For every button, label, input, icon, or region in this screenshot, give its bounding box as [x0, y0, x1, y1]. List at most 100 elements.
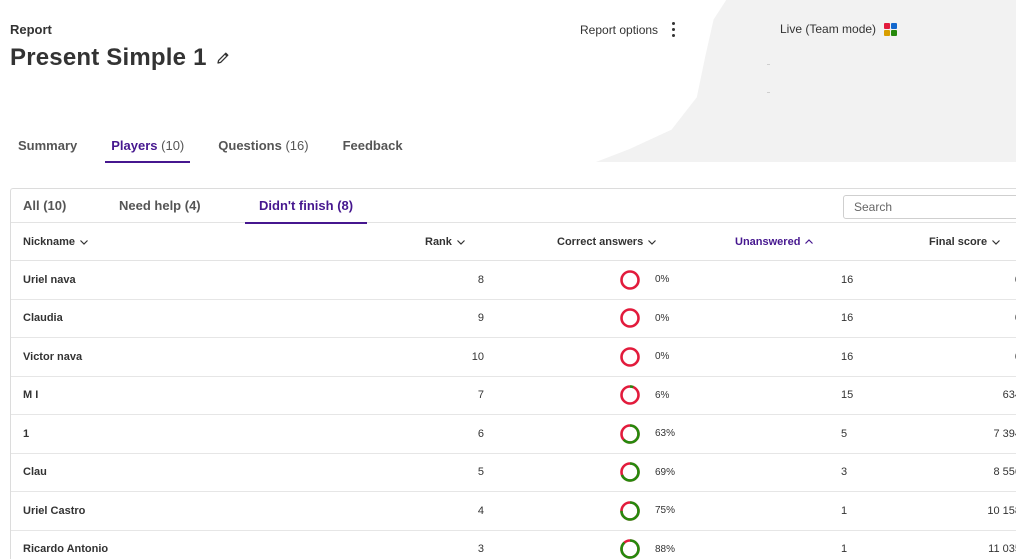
tab-summary[interactable]: Summary: [18, 138, 77, 163]
correct-answers-cell: 75%: [619, 500, 675, 522]
correct-ratio-donut-icon: [620, 462, 640, 483]
correct-answers-cell: 88%: [619, 538, 675, 559]
player-nickname: 1: [23, 427, 30, 440]
player-rank: 6: [477, 427, 484, 440]
unanswered-count: 16: [841, 350, 854, 363]
tab-players[interactable]: Players (10): [105, 138, 191, 163]
column-unanswered[interactable]: Unanswered: [735, 236, 814, 248]
table-row[interactable]: Claudia 9 0% 16 0: [11, 300, 1016, 338]
correct-percent: 75%: [655, 505, 676, 517]
final-score: 10 158: [987, 504, 1016, 517]
correct-ratio-donut-icon: [620, 539, 640, 559]
unanswered-count: 3: [841, 466, 848, 479]
tab-feedback[interactable]: Feedback: [343, 138, 403, 163]
incorrect-arc: [620, 346, 640, 367]
title-row: Present Simple 1: [10, 44, 231, 72]
table-row[interactable]: Uriel nava 8 0% 16 0: [11, 261, 1016, 300]
team-icon-square: [884, 22, 891, 29]
correct-ratio-donut-icon: [620, 500, 640, 521]
chevron-down-icon: [456, 239, 465, 245]
column-correct-answers[interactable]: Correct answers: [557, 236, 657, 248]
correct-percent: 0%: [655, 312, 670, 324]
search-input[interactable]: [843, 195, 1016, 219]
report-tabs: Summary Players (10) Questions (16) Feed…: [18, 138, 403, 163]
report-options-button[interactable]: Report options: [580, 22, 676, 37]
table-row[interactable]: Clau 5 69% 3 8 556: [11, 454, 1016, 492]
correct-percent: 0%: [655, 274, 670, 286]
team-mode-icon: [884, 22, 898, 36]
player-nickname: M I: [23, 389, 39, 402]
unanswered-count: 16: [841, 312, 854, 325]
tab-count: (10): [161, 138, 185, 153]
team-icon-square: [891, 22, 898, 29]
correct-percent: 69%: [655, 466, 676, 478]
tab-count: (16): [285, 138, 309, 153]
incorrect-arc: [620, 269, 640, 290]
column-rank[interactable]: Rank: [425, 236, 466, 248]
table-row[interactable]: 1 6 63% 5 7 394: [11, 415, 1016, 454]
unanswered-count: 5: [841, 427, 848, 440]
tab-label: Summary: [18, 138, 78, 153]
unanswered-count: 1: [841, 543, 848, 556]
table-row[interactable]: Uriel Castro 4 75% 1 10 158: [11, 492, 1016, 531]
player-rows: Uriel nava 8 0% 16 0 Claudia 9 0% 16 0 V…: [11, 261, 1016, 559]
table-row[interactable]: M I 7 6% 15 634: [11, 377, 1016, 415]
table-row[interactable]: Victor nava 10 0% 16 0: [11, 338, 1016, 377]
correct-ratio-donut-icon: [620, 423, 640, 444]
column-label: Final score: [929, 235, 988, 248]
correct-percent: 6%: [655, 389, 670, 401]
player-rank: 3: [477, 543, 484, 556]
correct-ratio-donut-icon: [620, 385, 640, 406]
tab-label: Questions: [218, 138, 282, 153]
final-score: 11 035: [988, 543, 1016, 556]
correct-answers-cell: 0%: [619, 307, 669, 329]
correct-ratio-donut-icon: [620, 308, 640, 329]
page-title: Present Simple 1: [10, 44, 207, 71]
column-final-score[interactable]: Final score: [929, 236, 1001, 248]
incorrect-arc: [620, 308, 640, 329]
filter-didnt-finish[interactable]: Didn't finish (8): [244, 189, 368, 224]
column-label: Nickname: [23, 235, 75, 248]
correct-percent: 88%: [655, 543, 676, 555]
player-rank: 10: [471, 350, 484, 363]
correct-ratio-donut-icon: [620, 346, 640, 367]
tab-label: Players: [111, 138, 158, 153]
pencil-icon[interactable]: [215, 50, 231, 66]
incorrect-arc: [620, 385, 640, 406]
tab-questions[interactable]: Questions (16): [218, 138, 308, 163]
game-mode-info: Live (Team mode): [780, 22, 898, 36]
live-mode-label: Live (Team mode): [780, 22, 877, 36]
column-nickname[interactable]: Nickname: [23, 236, 89, 248]
player-nickname: Victor nava: [23, 350, 83, 363]
player-nickname: Clau: [23, 466, 47, 479]
unanswered-count: 15: [841, 389, 854, 402]
chevron-down-icon: [992, 239, 1001, 245]
column-label: Rank: [425, 235, 452, 248]
correct-arc: [620, 539, 640, 559]
final-score: 634: [1002, 389, 1016, 402]
column-label: Unanswered: [735, 235, 801, 248]
correct-answers-cell: 6%: [619, 384, 669, 406]
correct-percent: 63%: [655, 428, 676, 440]
correct-answers-cell: 69%: [619, 461, 675, 483]
final-score: 8 556: [993, 466, 1016, 479]
unanswered-count: 1: [841, 504, 848, 517]
player-nickname: Claudia: [23, 312, 63, 325]
player-rank: 9: [477, 312, 484, 325]
team-icon-square: [891, 29, 898, 36]
unanswered-count: 16: [841, 273, 854, 286]
chevron-up-icon: [805, 238, 814, 244]
chevron-down-icon: [80, 239, 88, 245]
column-label: Correct answers: [557, 235, 644, 248]
report-options-label: Report options: [580, 22, 659, 37]
chevron-down-icon: [648, 239, 657, 245]
kebab-menu-icon: [672, 22, 676, 37]
team-icon-square: [884, 29, 891, 36]
filter-need-help[interactable]: Need help (4): [119, 189, 201, 223]
table-row[interactable]: Ricardo Antonio 3 88% 1 11 035: [11, 531, 1016, 559]
player-rank: 8: [477, 273, 484, 286]
correct-answers-cell: 0%: [619, 346, 669, 368]
player-rank: 4: [477, 504, 484, 517]
player-nickname: Uriel nava: [23, 273, 76, 286]
filter-all[interactable]: All (10): [23, 189, 66, 223]
